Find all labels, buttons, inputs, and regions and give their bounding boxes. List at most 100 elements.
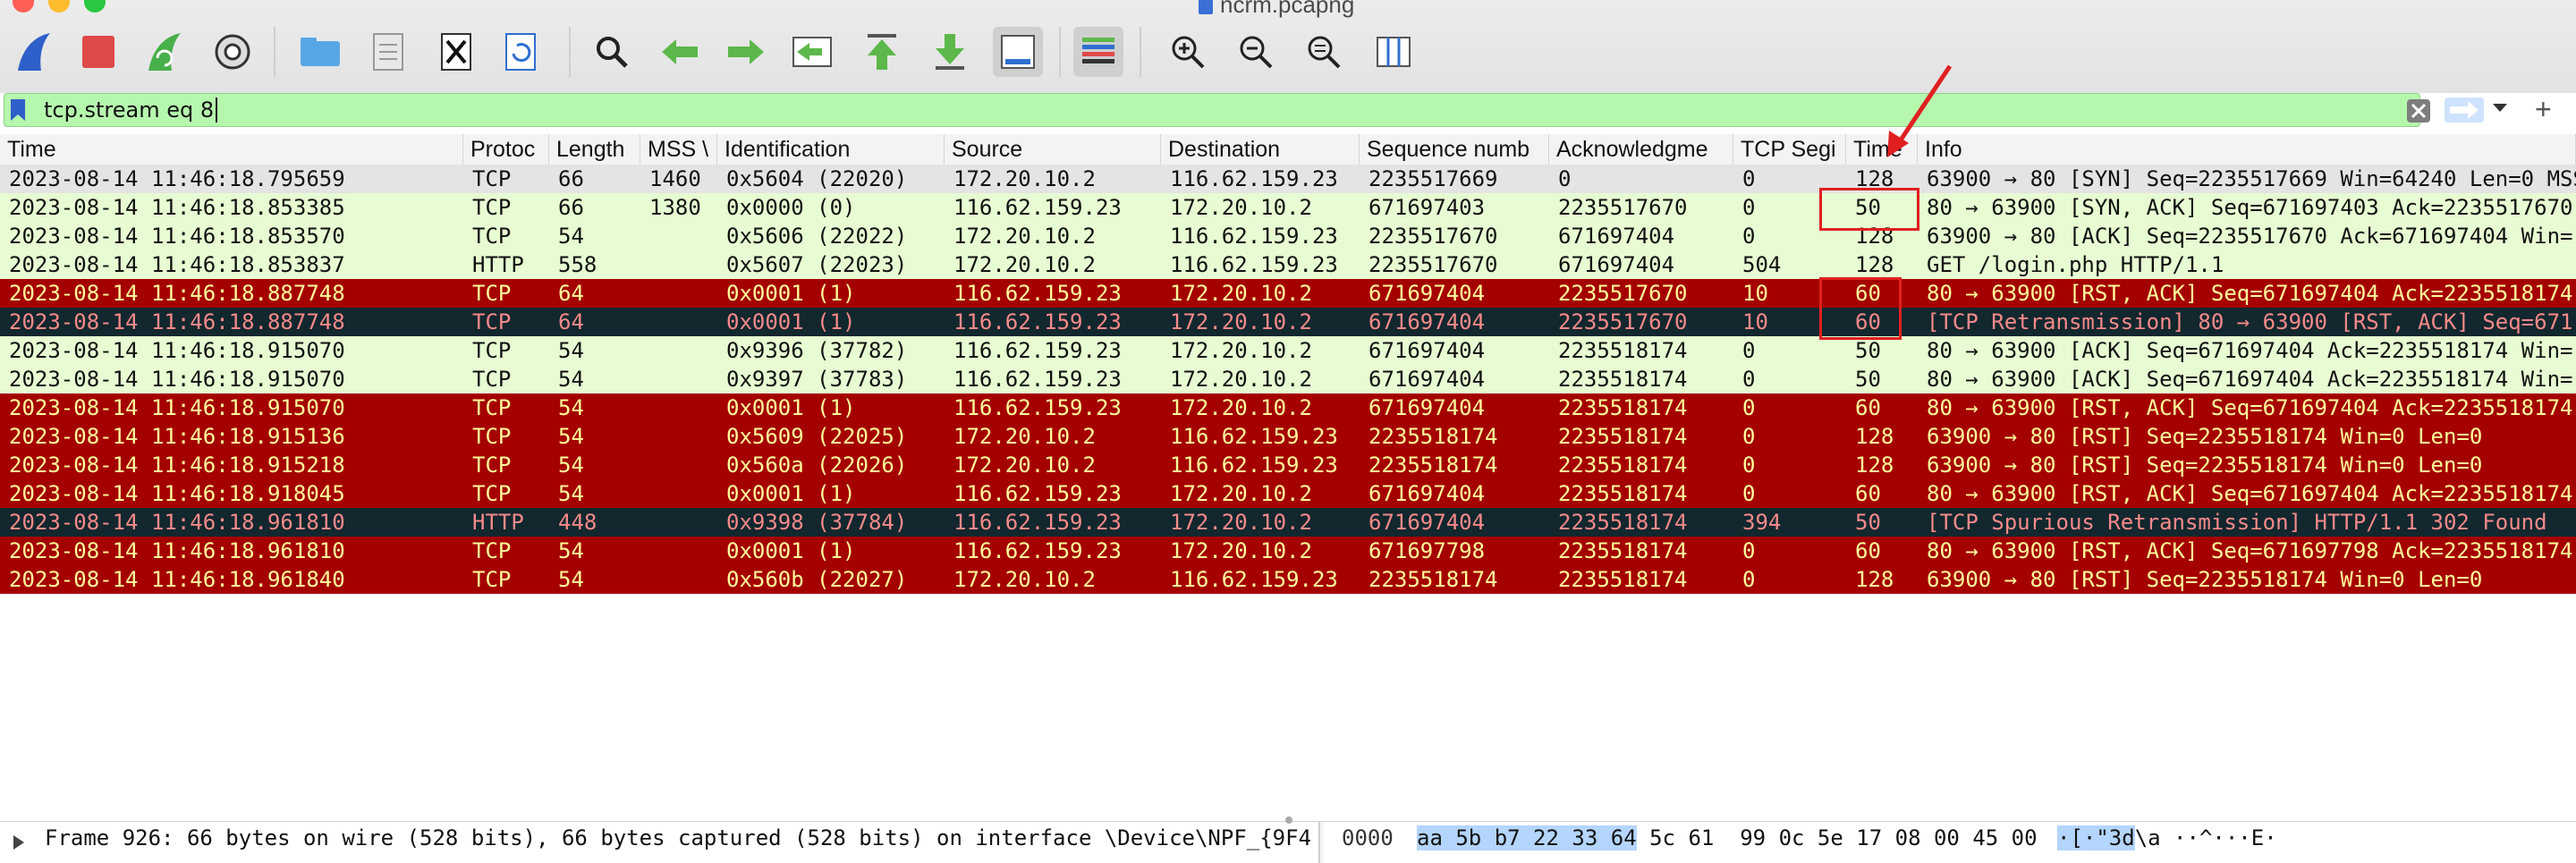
column-header-info[interactable]: Info — [1918, 134, 2576, 165]
cell-acknowledgment: 2235517670 — [1558, 309, 1688, 334]
cell-protocol: TCP — [472, 567, 512, 592]
cell-length: 448 — [558, 510, 597, 535]
packet-row[interactable]: 2023-08-14 11:46:18.915070 TCP 54 0x0001 (1… — [0, 393, 2576, 422]
cell-identification: 0x5606 (22022) — [726, 224, 908, 249]
column-header-source[interactable]: Source — [945, 134, 1161, 165]
zoom-in-icon[interactable] — [1163, 27, 1213, 77]
chevron-down-icon[interactable] — [2492, 102, 2508, 118]
cell-length: 54 — [558, 424, 584, 449]
cell-identification: 0x9397 (37783) — [726, 367, 908, 392]
cell-identification: 0x560a (22026) — [726, 453, 908, 478]
cell-destination: 172.20.10.2 — [1170, 481, 1312, 506]
packet-row[interactable]: 2023-08-14 11:46:18.853385 TCP 66 1380 0x000… — [0, 193, 2576, 222]
cell-destination: 116.62.159.23 — [1170, 453, 1338, 478]
packet-row[interactable]: 2023-08-14 11:46:18.915136 TCP 54 0x5609 (2… — [0, 422, 2576, 451]
first-packet-icon[interactable] — [857, 27, 907, 77]
packet-row[interactable]: 2023-08-14 11:46:18.915070 TCP 54 0x9397 (3… — [0, 365, 2576, 393]
packet-row[interactable]: 2023-08-14 11:46:18.853570 TCP 54 0x5606 (2… — [0, 222, 2576, 250]
cell-protocol: TCP — [472, 224, 512, 249]
cell-source: 172.20.10.2 — [953, 166, 1096, 191]
close-file-icon[interactable] — [431, 27, 481, 77]
cell-info: [TCP Spurious Retransmission] HTTP/1.1 3… — [1927, 510, 2547, 535]
file-icon[interactable] — [363, 27, 413, 77]
column-header-sequence[interactable]: Sequence numb — [1360, 134, 1549, 165]
colorize-icon[interactable] — [1073, 27, 1123, 77]
column-header-length[interactable]: Length — [549, 134, 640, 165]
open-folder-icon[interactable] — [295, 27, 345, 77]
annotation-box — [1819, 277, 1902, 340]
zoom-normal-icon[interactable] — [1299, 27, 1349, 77]
packet-row[interactable]: 2023-08-14 11:46:18.887748 TCP 64 0x0001 (1… — [0, 308, 2576, 336]
back-arrow-icon[interactable] — [655, 27, 705, 77]
column-header-acknowledgment[interactable]: Acknowledgme — [1549, 134, 1733, 165]
bookmark-icon[interactable] — [10, 98, 26, 122]
column-header-time[interactable]: Time — [0, 134, 463, 165]
cell-time: 2023-08-14 11:46:18.918045 — [9, 481, 345, 506]
expand-triangle-icon[interactable] — [13, 834, 25, 850]
stop-icon[interactable] — [73, 27, 123, 77]
apply-filter-button[interactable] — [2445, 97, 2484, 123]
cell-time: 2023-08-14 11:46:18.915070 — [9, 338, 345, 363]
cell-tcp-segment: 0 — [1742, 338, 1756, 363]
packet-row[interactable]: 2023-08-14 11:46:18.915070 TCP 54 0x9396 (3… — [0, 336, 2576, 365]
frame-detail-line[interactable]: Frame 926: 66 bytes on wire (528 bits), … — [45, 825, 1315, 850]
column-header-tcp-segment[interactable]: TCP Segi — [1733, 134, 1846, 165]
cell-time: 2023-08-14 11:46:18.915218 — [9, 453, 345, 478]
find-icon[interactable] — [587, 27, 637, 77]
cell-source: 172.20.10.2 — [953, 252, 1096, 277]
shark-fin-icon[interactable] — [9, 27, 59, 77]
packet-row[interactable]: 2023-08-14 11:46:18.795659 TCP 66 1460 0x560… — [0, 165, 2576, 193]
last-packet-icon[interactable] — [925, 27, 975, 77]
add-filter-button[interactable]: + — [2535, 93, 2552, 126]
cell-source: 116.62.159.23 — [953, 309, 1122, 334]
display-filter-bar: tcp.stream eq 8 + — [0, 93, 2576, 129]
cell-length: 66 — [558, 195, 584, 220]
close-window-button[interactable] — [13, 0, 34, 13]
cell-info: 63900 → 80 [ACK] Seq=2235517670 Ack=6716… — [1927, 224, 2573, 249]
pane-splitter-icon[interactable] — [1284, 816, 1293, 825]
cell-mss — [640, 279, 717, 308]
reload-icon[interactable] — [497, 27, 547, 77]
column-header-protocol[interactable]: Protoc — [463, 134, 549, 165]
packet-row[interactable]: 2023-08-14 11:46:18.853837 HTTP 558 0x5607 … — [0, 250, 2576, 279]
hex-ascii[interactable]: ·[·"3d\a ··^···E· — [2057, 825, 2277, 850]
cell-ttl: 50 — [1855, 367, 1881, 392]
document-icon — [1199, 0, 1213, 14]
packet-row[interactable]: 2023-08-14 11:46:18.887748 TCP 64 0x0001 (1… — [0, 279, 2576, 308]
display-filter-input[interactable]: tcp.stream eq 8 — [4, 93, 2484, 127]
cell-tcp-segment: 0 — [1742, 424, 1756, 449]
column-header-mss[interactable]: MSS \ — [640, 134, 717, 165]
cell-length: 54 — [558, 538, 584, 563]
cell-sequence: 2235518174 — [1368, 453, 1498, 478]
column-header-destination[interactable]: Destination — [1161, 134, 1360, 165]
column-header-identification[interactable]: Identification — [717, 134, 945, 165]
cell-sequence: 2235518174 — [1368, 424, 1498, 449]
cell-mss — [640, 565, 717, 594]
cell-info: 80 → 63900 [RST, ACK] Seq=671697404 Ack=… — [1927, 481, 2573, 506]
packet-row[interactable]: 2023-08-14 11:46:18.961810 HTTP 448 0x9398 … — [0, 508, 2576, 537]
cell-ttl: 128 — [1855, 453, 1894, 478]
restart-icon[interactable] — [140, 27, 190, 77]
zoom-out-icon[interactable] — [1231, 27, 1281, 77]
autoscroll-icon[interactable] — [993, 27, 1043, 77]
options-gear-icon[interactable] — [208, 27, 258, 77]
resize-columns-icon[interactable] — [1368, 27, 1419, 77]
go-to-packet-icon[interactable] — [787, 27, 837, 77]
cell-acknowledgment: 2235518174 — [1558, 367, 1688, 392]
clear-filter-icon[interactable] — [2407, 99, 2430, 123]
packet-row[interactable]: 2023-08-14 11:46:18.961810 TCP 54 0x0001 (1… — [0, 537, 2576, 565]
packet-row[interactable]: 2023-08-14 11:46:18.961840 TCP 54 0x560b (2… — [0, 565, 2576, 594]
cell-time: 2023-08-14 11:46:18.961810 — [9, 510, 345, 535]
cell-mss — [640, 365, 717, 393]
cell-destination: 116.62.159.23 — [1170, 424, 1338, 449]
cell-identification: 0x5604 (22020) — [726, 166, 908, 191]
cell-length: 64 — [558, 281, 584, 306]
cell-protocol: TCP — [472, 281, 512, 306]
hex-bytes[interactable]: aa 5b b7 22 33 64 5c 61 99 0c 5e 17 08 0… — [1417, 825, 2038, 850]
packet-row[interactable]: 2023-08-14 11:46:18.915218 TCP 54 0x560a (2… — [0, 451, 2576, 479]
forward-arrow-icon[interactable] — [721, 27, 771, 77]
cell-info: 80 → 63900 [ACK] Seq=671697404 Ack=22355… — [1927, 338, 2573, 363]
minimize-window-button[interactable] — [48, 0, 70, 13]
packet-row[interactable]: 2023-08-14 11:46:18.918045 TCP 54 0x0001 (1… — [0, 479, 2576, 508]
zoom-window-button[interactable] — [84, 0, 106, 13]
